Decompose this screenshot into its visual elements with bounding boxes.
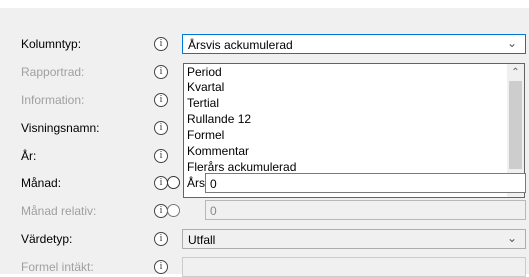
option-kvartal[interactable]: Kvartal — [187, 80, 224, 94]
option-period[interactable]: Period — [187, 65, 222, 79]
info-icon[interactable]: i — [154, 204, 168, 218]
label-formel-intakt: Formel intäkt: — [21, 260, 94, 274]
manad-value: 0 — [210, 177, 217, 191]
vardetyp-select[interactable]: Utfall ⌄ — [182, 229, 526, 249]
info-icon[interactable]: i — [154, 37, 168, 51]
manad-relativ-radio[interactable] — [167, 204, 180, 217]
label-manad: Månad: — [21, 176, 62, 190]
label-kolumntyp: Kolumntyp: — [21, 37, 82, 51]
form-panel: Kolumntyp: Rapportrad: Information: Visn… — [0, 8, 529, 277]
label-visningsnamn: Visningsnamn: — [21, 121, 100, 135]
info-icon[interactable]: i — [154, 93, 168, 107]
option-kommentar[interactable]: Kommentar — [187, 144, 249, 158]
chevron-up-icon[interactable]: ⌃ — [507, 64, 524, 81]
option-flerars-ackumulerad[interactable]: Flerårs ackumulerad — [187, 160, 296, 174]
label-ar: År: — [21, 149, 37, 163]
label-manad-relativ: Månad relativ: — [21, 204, 97, 218]
option-formel[interactable]: Formel — [187, 128, 224, 142]
info-icon[interactable]: i — [154, 121, 168, 135]
option-tertial[interactable]: Tertial — [187, 96, 219, 110]
vardetyp-value: Utfall — [188, 233, 216, 247]
info-icon[interactable]: i — [154, 176, 168, 190]
manad-relativ-input[interactable]: 0 — [205, 200, 526, 220]
manad-relativ-value: 0 — [210, 204, 217, 218]
manad-input[interactable]: 0 — [205, 173, 526, 193]
chevron-down-icon[interactable]: ⌄ — [507, 36, 517, 50]
manad-radio[interactable] — [167, 176, 180, 189]
kolumntyp-select[interactable]: Årsvis ackumulerad ⌄ — [182, 34, 526, 54]
formel-intakt-select[interactable] — [182, 257, 526, 277]
label-vardetyp: Värdetyp: — [21, 232, 73, 246]
info-icon[interactable]: i — [154, 65, 168, 79]
info-icon[interactable]: i — [154, 232, 168, 246]
info-icon[interactable]: i — [154, 149, 168, 163]
label-information: Information: — [21, 93, 85, 107]
info-icon[interactable]: i — [154, 260, 168, 274]
chevron-down-icon[interactable]: ⌄ — [507, 231, 517, 245]
option-rullande-12[interactable]: Rullande 12 — [187, 112, 251, 126]
label-rapportrad: Rapportrad: — [21, 65, 85, 79]
kolumntyp-value: Årsvis ackumulerad — [188, 38, 293, 52]
scrollbar-thumb[interactable] — [509, 81, 522, 169]
